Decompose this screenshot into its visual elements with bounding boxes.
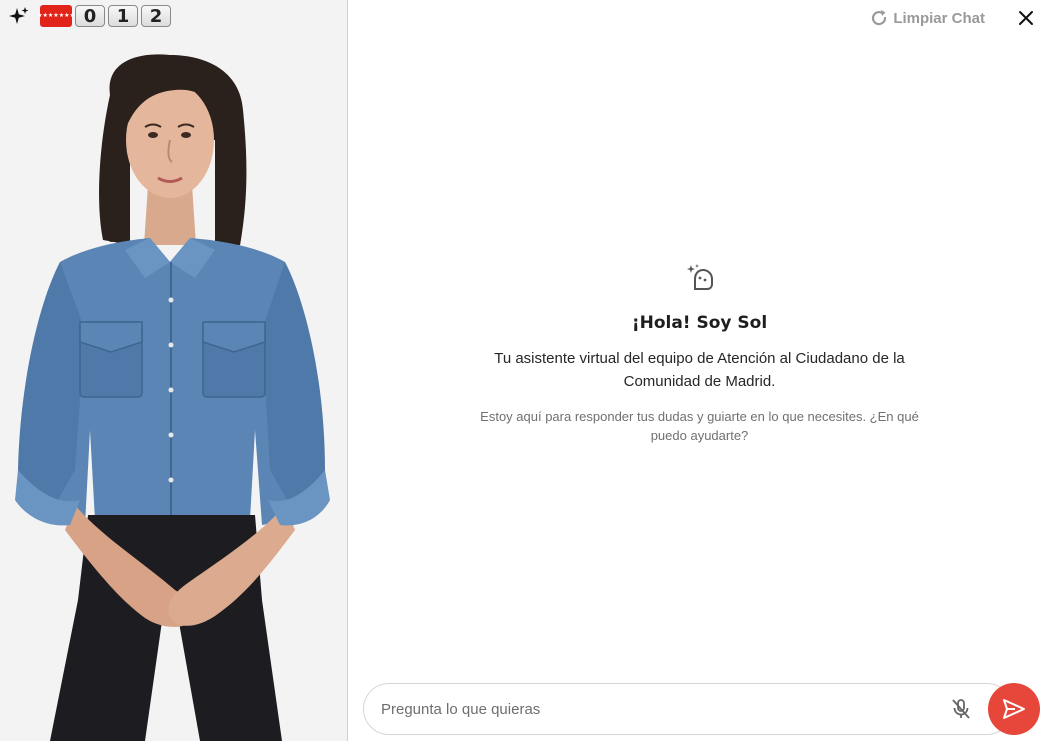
sparkle-icon (8, 5, 30, 27)
clear-chat-button[interactable]: Limpiar Chat (869, 6, 985, 30)
send-button[interactable] (988, 683, 1040, 735)
chat-input[interactable] (379, 684, 939, 734)
logo-digit: 1 (108, 5, 138, 27)
logo-digit: 2 (141, 5, 171, 27)
chat-header-actions: Limpiar Chat (869, 6, 1037, 30)
welcome-subtitle: Tu asistente virtual del equipo de Atenc… (494, 350, 905, 390)
clear-chat-label: Limpiar Chat (893, 9, 985, 27)
refresh-icon (869, 8, 889, 28)
madrid-flag-icon: ★★★★★★★ (37, 5, 75, 27)
close-icon (1018, 10, 1034, 26)
welcome-message: ¡Hola! Soy Sol Tu asistente virtual del … (348, 262, 1051, 445)
close-button[interactable] (1015, 7, 1037, 29)
brand-logo-012: ★★★★★★★ 0 1 2 (8, 5, 171, 27)
chat-app: ★★★★★★★ 0 1 2 Limpiar Chat ¡Hola! Soy So… (0, 0, 1051, 741)
mic-off-icon (949, 697, 973, 721)
flag-stars: ★★★★★★★ (37, 13, 75, 19)
mic-button[interactable] (948, 696, 974, 722)
welcome-title: ¡Hola! Soy Sol (631, 313, 768, 333)
logo-digit: 0 (75, 5, 105, 27)
message-composer (363, 683, 1013, 735)
bot-sparkle-icon (685, 262, 715, 292)
send-icon (1001, 696, 1027, 722)
avatar-illustration (15, 54, 330, 741)
avatar-panel: ★★★★★★★ 0 1 2 (0, 0, 348, 741)
welcome-text: Estoy aquí para responder tus dudas y gu… (480, 409, 919, 443)
chat-panel: Limpiar Chat ¡Hola! Soy Sol Tu asistente… (348, 0, 1051, 741)
